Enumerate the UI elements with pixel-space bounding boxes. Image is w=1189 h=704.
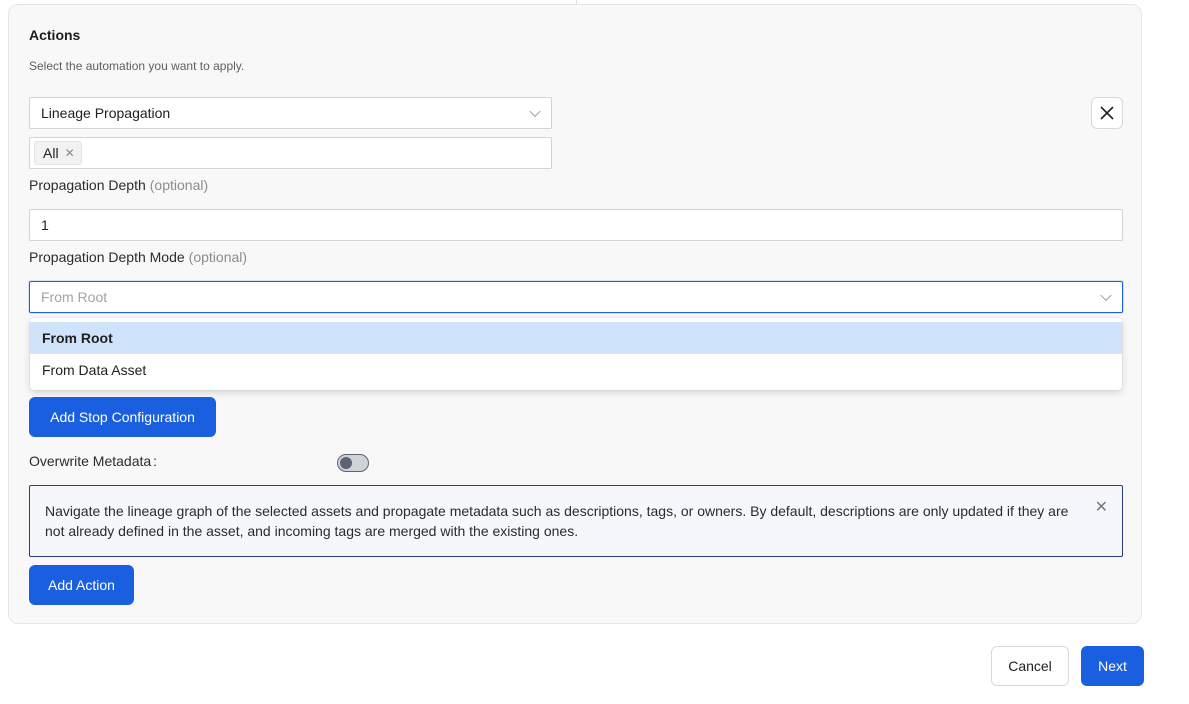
propagation-depth-label-text: Propagation Depth — [29, 177, 146, 193]
action-type-value: Lineage Propagation — [41, 105, 171, 121]
optional-hint: (optional) — [188, 249, 248, 265]
chevron-down-icon — [1100, 289, 1112, 302]
close-icon[interactable]: ✕ — [1095, 498, 1108, 518]
propagation-depth-mode-dropdown: From Root From Data Asset — [30, 318, 1122, 390]
option-from-root[interactable]: From Root — [30, 322, 1122, 354]
overwrite-metadata-label-text: Overwrite Metadata — [29, 453, 152, 469]
tag-label: All — [43, 145, 59, 161]
optional-hint: (optional) — [149, 177, 209, 193]
next-button[interactable]: Next — [1081, 646, 1144, 686]
option-from-data-asset[interactable]: From Data Asset — [30, 354, 1122, 386]
info-alert-text: Navigate the lineage graph of the select… — [45, 503, 1069, 539]
cancel-button[interactable]: Cancel — [991, 646, 1069, 686]
propagation-depth-mode-label: Propagation Depth Mode (optional) — [29, 249, 247, 265]
add-action-button[interactable]: Add Action — [29, 565, 134, 605]
propagation-depth-label: Propagation Depth (optional) — [29, 177, 208, 193]
propagation-depth-input[interactable]: 1 — [29, 209, 1123, 241]
propagation-depth-mode-select[interactable]: From Root — [29, 281, 1123, 313]
action-type-select[interactable]: Lineage Propagation — [29, 97, 552, 129]
section-title: Actions — [29, 27, 81, 43]
tag-remove-icon[interactable]: ✕ — [65, 146, 75, 160]
add-stop-configuration-button[interactable]: Add Stop Configuration — [29, 397, 216, 437]
toggle-knob — [340, 457, 352, 469]
section-subtitle: Select the automation you want to apply. — [29, 59, 245, 73]
propagation-depth-mode-label-text: Propagation Depth Mode — [29, 249, 185, 265]
asset-filter-multiselect[interactable] — [29, 137, 552, 169]
close-icon — [1100, 106, 1114, 120]
propagation-depth-value: 1 — [41, 217, 49, 233]
tag-all: All ✕ — [34, 141, 82, 165]
propagation-depth-mode-placeholder: From Root — [41, 289, 108, 305]
overwrite-metadata-toggle[interactable] — [337, 454, 369, 472]
info-alert: Navigate the lineage graph of the select… — [29, 485, 1123, 557]
remove-action-button[interactable] — [1091, 97, 1123, 129]
overwrite-metadata-label: Overwrite Metadata: — [29, 453, 158, 469]
chevron-down-icon — [529, 105, 541, 118]
